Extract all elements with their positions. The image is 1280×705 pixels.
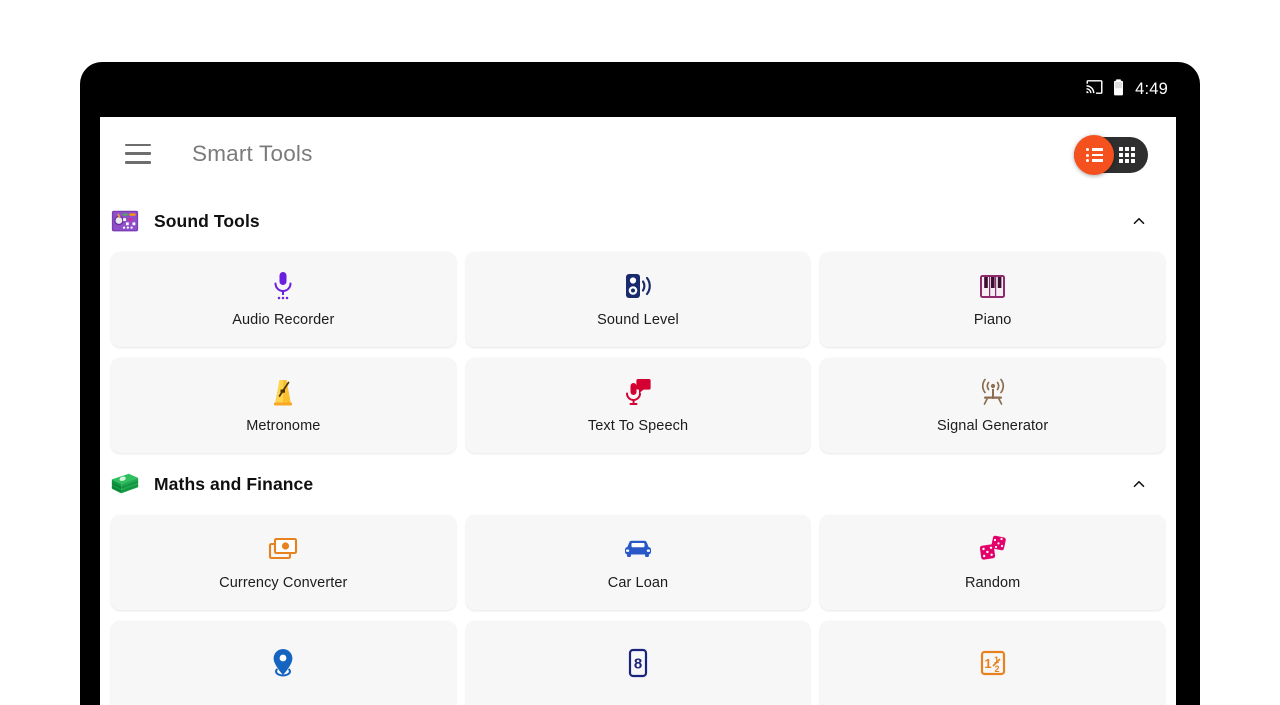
tool-card-car-loan[interactable]: Car Loan	[465, 515, 811, 610]
screenshot-root: 4:49 Smart Tools Sound Tools Audio Recor…	[0, 0, 1280, 705]
dice-icon	[978, 534, 1008, 564]
tool-card-location[interactable]	[111, 621, 456, 705]
control-knobs-icon	[110, 206, 140, 236]
location-pin-icon	[268, 648, 298, 678]
tool-label: Metronome	[246, 418, 321, 434]
view-mode-toggle[interactable]	[1074, 135, 1148, 175]
status-bar: 4:49	[80, 62, 1200, 117]
tool-label: Signal Generator	[937, 418, 1049, 434]
cast-icon	[1085, 79, 1104, 100]
list-view-icon	[1085, 148, 1103, 162]
tool-label: Piano	[973, 312, 1012, 328]
microphone-icon	[268, 271, 298, 301]
number-eight-icon: 8	[623, 648, 653, 678]
tool-label: Random	[964, 575, 1021, 591]
tool-card-piano[interactable]: Piano	[820, 252, 1165, 347]
banknotes-icon	[268, 534, 298, 564]
tool-label: Audio Recorder	[232, 312, 335, 328]
tool-card-currency-converter[interactable]: Currency Converter	[111, 515, 456, 610]
tool-label: Currency Converter	[219, 575, 348, 591]
tool-card-signal-generator[interactable]: Signal Generator	[820, 358, 1165, 453]
tool-card-random[interactable]: Random	[820, 515, 1165, 610]
section-header-sound-tools[interactable]: Sound Tools	[100, 190, 1176, 252]
tool-grid-maths-and-finance: Currency Converter Car Loan Random 8 1 1…	[100, 515, 1176, 705]
tool-card-metronome[interactable]: Metronome	[111, 358, 456, 453]
device-frame: 4:49 Smart Tools Sound Tools Audio Recor…	[80, 62, 1200, 705]
tool-card-audio-recorder[interactable]: Audio Recorder	[111, 252, 456, 347]
tool-card-fraction[interactable]: 1 1 2	[820, 621, 1165, 705]
list-view-button[interactable]	[1074, 135, 1114, 175]
tool-card-text-to-speech[interactable]: Text To Speech	[465, 358, 811, 453]
svg-text:1: 1	[984, 656, 991, 671]
musical-keyboard-icon	[978, 271, 1008, 301]
section-title: Maths and Finance	[154, 473, 314, 494]
tool-label: Car Loan	[607, 575, 669, 591]
tool-label: Text To Speech	[587, 418, 689, 434]
hamburger-menu-icon[interactable]	[125, 143, 151, 164]
section-title: Sound Tools	[154, 210, 260, 231]
speaker-waves-icon	[623, 271, 653, 301]
chevron-up-icon[interactable]	[1130, 475, 1148, 493]
grid-view-icon	[1119, 147, 1135, 163]
mic-speech-bubble-icon	[623, 377, 653, 407]
metronome-icon	[268, 377, 298, 407]
svg-text:2: 2	[994, 664, 999, 674]
svg-text:8: 8	[634, 656, 642, 673]
app-screen: Smart Tools Sound Tools Audio Recorder S…	[100, 117, 1176, 705]
battery-icon	[1113, 78, 1124, 101]
tool-card-sound-level[interactable]: Sound Level	[465, 252, 811, 347]
tools-content: Sound Tools Audio Recorder Sound Level P…	[100, 190, 1176, 705]
money-stack-icon	[110, 469, 140, 499]
fraction-icon: 1 1 2	[978, 648, 1008, 678]
tool-grid-sound-tools: Audio Recorder Sound Level Piano Metrono…	[100, 252, 1176, 453]
chevron-up-icon[interactable]	[1130, 212, 1148, 230]
tool-card-number-eight[interactable]: 8	[465, 621, 811, 705]
app-bar: Smart Tools	[100, 117, 1176, 190]
section-header-maths-and-finance[interactable]: Maths and Finance	[100, 453, 1176, 515]
status-time: 4:49	[1135, 80, 1168, 98]
tool-label: Sound Level	[597, 312, 679, 328]
car-icon	[623, 534, 653, 564]
antenna-signal-icon	[978, 377, 1008, 407]
page-title: Smart Tools	[192, 140, 313, 166]
